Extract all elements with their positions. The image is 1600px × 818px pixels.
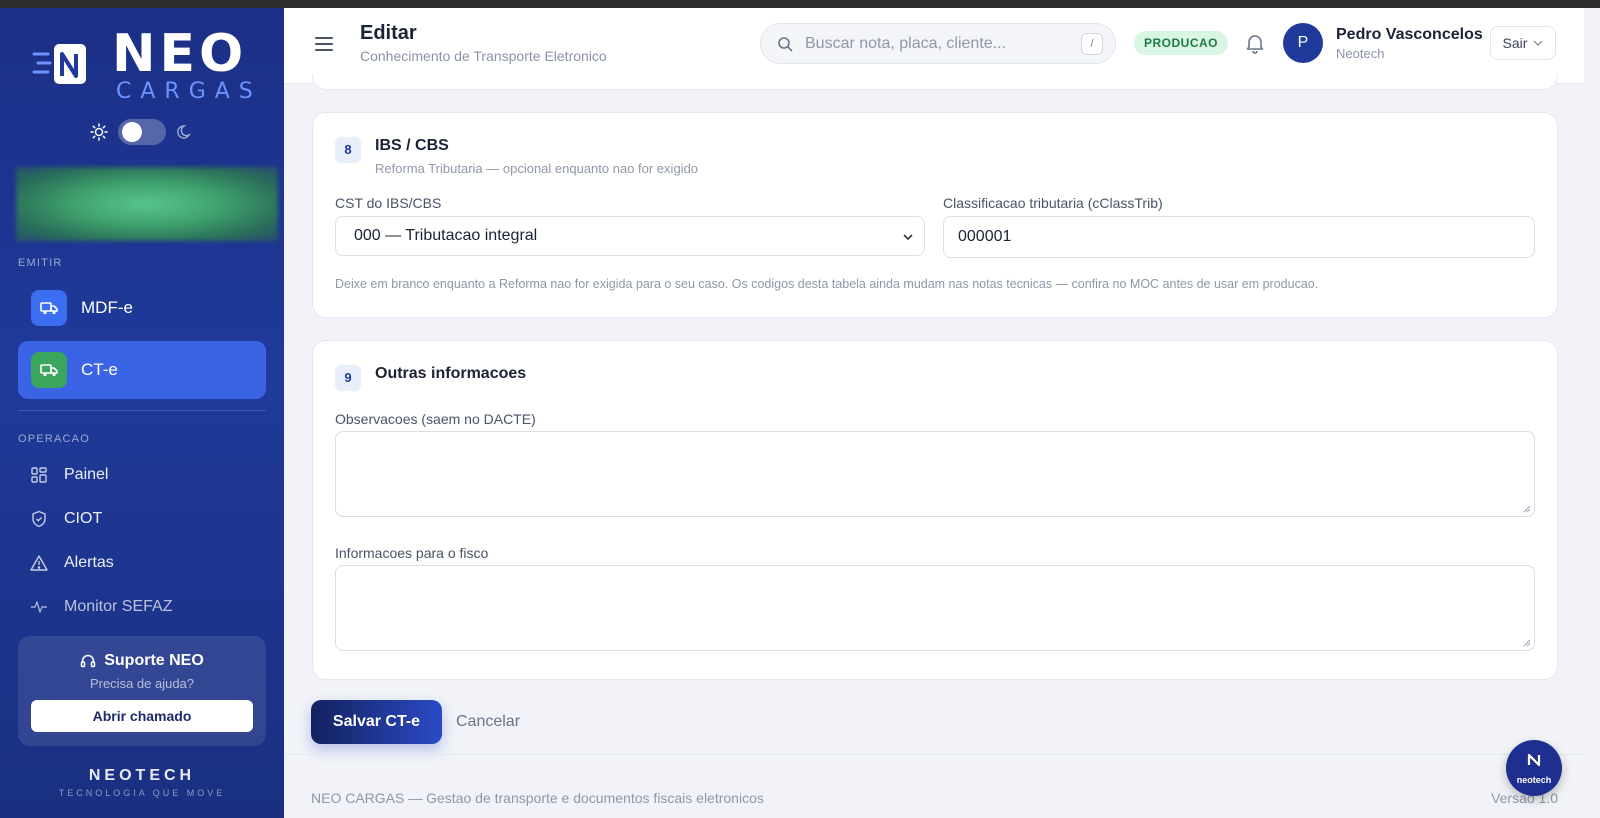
- support-subtitle: Precisa de ajuda?: [89, 676, 195, 691]
- resize-grip-icon[interactable]: [1523, 639, 1531, 647]
- menu-icon[interactable]: [314, 36, 334, 52]
- logo[interactable]: NEO CARGAS: [32, 28, 262, 108]
- save-cte-button[interactable]: Salvar CT-e: [311, 700, 442, 744]
- warning-icon: [30, 555, 48, 571]
- ibs-hint-text: Deixe em branco enquanto a Reforma nao f…: [335, 277, 1319, 291]
- chevron-down-icon: [1533, 40, 1543, 46]
- cancel-button[interactable]: Cancelar: [456, 713, 520, 731]
- support-title-text: Suporte NEO: [104, 652, 204, 669]
- fisco-textarea[interactable]: [335, 565, 1535, 651]
- app-window: NEO CARGAS EMITIR MDF-e CT-e OPERACAO Pa…: [0, 8, 1600, 818]
- nav-item-label: Alertas: [64, 554, 114, 571]
- search-shortcut-key: /: [1081, 33, 1103, 55]
- fab-label: neotech: [1516, 775, 1552, 785]
- nav-item-label: CIOT: [64, 510, 103, 527]
- previous-card-bottom: [312, 74, 1558, 90]
- sun-icon: [90, 123, 108, 141]
- cst-label: CST do IBS/CBS: [335, 195, 442, 211]
- nav-item-label: Painel: [64, 466, 109, 483]
- observacoes-textarea[interactable]: [335, 431, 1535, 517]
- nav-item-alertas[interactable]: Alertas: [30, 554, 114, 572]
- logo-mark-icon: [32, 44, 86, 84]
- outras-informacoes-card: 9 Outras informacoes Observacoes (saem n…: [312, 340, 1558, 680]
- neotech-help-button[interactable]: neotech: [1506, 740, 1562, 796]
- section-subtitle: Reforma Tributaria — opcional enquanto n…: [375, 161, 699, 176]
- headset-icon: [80, 654, 96, 668]
- activity-icon: [31, 601, 47, 613]
- ibs-cbs-card: 8 IBS / CBS Reforma Tributaria — opciona…: [312, 112, 1558, 318]
- toggle-knob: [122, 122, 142, 142]
- step-number: 9: [335, 365, 361, 391]
- neotech-logo-icon: [1527, 753, 1541, 767]
- step-number: 8: [335, 137, 361, 163]
- grid-icon: [31, 467, 47, 483]
- page-title: Editar: [360, 22, 417, 44]
- shield-icon: [32, 510, 46, 528]
- search-box: /: [760, 23, 1116, 64]
- logout-button[interactable]: Sair: [1490, 26, 1556, 60]
- truck-icon: [31, 290, 67, 326]
- section-label-operacao: OPERACAO: [18, 433, 90, 445]
- section-label-emitir: EMITIR: [18, 257, 63, 269]
- main-area: Editar Conhecimento de Transporte Eletro…: [284, 8, 1600, 818]
- avatar[interactable]: P: [1283, 23, 1323, 63]
- truck-icon: [31, 352, 67, 388]
- bell-icon[interactable]: [1244, 32, 1266, 54]
- cst-selected-value: 000 — Tributacao integral: [354, 227, 538, 244]
- support-card: Suporte NEO Precisa de ajuda? Abrir cham…: [18, 636, 266, 746]
- logo-cargas-text: CARGAS: [116, 79, 262, 104]
- brand-name: NEOTECH: [88, 767, 196, 784]
- brand-tagline: TECNOLOGIA QUE MOVE: [58, 788, 226, 798]
- fisco-label: Informacoes para o fisco: [335, 545, 489, 561]
- user-organization: Neotech: [1336, 46, 1385, 61]
- footer-divider: [284, 754, 1584, 755]
- user-name: Pedro Vasconcelos: [1336, 26, 1483, 43]
- page-subtitle: Conhecimento de Transporte Eletronico: [360, 48, 607, 64]
- nav-item-cte[interactable]: CT-e: [18, 341, 266, 399]
- theme-switcher: [90, 119, 200, 145]
- nav-item-label: Monitor SEFAZ: [64, 598, 173, 615]
- theme-toggle[interactable]: [118, 119, 166, 145]
- content-area: 8 IBS / CBS Reforma Tributaria — opciona…: [284, 74, 1584, 818]
- logo-neo-text: NEO: [112, 24, 248, 84]
- sidebar: NEO CARGAS EMITIR MDF-e CT-e OPERACAO Pa…: [0, 8, 284, 818]
- nav-item-monitor-sefaz[interactable]: Monitor SEFAZ: [30, 598, 172, 616]
- nav-item-mdfe[interactable]: MDF-e: [18, 279, 266, 337]
- chevron-down-icon: [903, 234, 913, 241]
- nav-item-painel[interactable]: Painel: [30, 466, 108, 484]
- nav-item-ciot[interactable]: CIOT: [30, 510, 102, 528]
- nav-item-label: CT-e: [81, 360, 118, 379]
- environment-badge: PRODUCAO: [1134, 31, 1229, 55]
- logout-label: Sair: [1502, 35, 1528, 51]
- top-bar: Editar Conhecimento de Transporte Eletro…: [284, 8, 1584, 84]
- sidebar-divider: [18, 410, 266, 411]
- observacoes-label: Observacoes (saem no DACTE): [335, 411, 536, 427]
- section-title: IBS / CBS: [375, 137, 449, 154]
- resize-grip-icon[interactable]: [1523, 505, 1531, 513]
- class-trib-input[interactable]: 000001: [943, 216, 1535, 258]
- moon-icon: [177, 125, 191, 139]
- open-ticket-button[interactable]: Abrir chamado: [31, 700, 253, 732]
- footer-text: NEO CARGAS — Gestao de transporte e docu…: [311, 790, 764, 806]
- support-title: Suporte NEO: [18, 652, 266, 670]
- section-title: Outras informacoes: [375, 365, 527, 382]
- nav-item-label: MDF-e: [81, 298, 133, 317]
- blurred-banner: [16, 167, 278, 241]
- cst-select[interactable]: 000 — Tributacao integral: [335, 216, 925, 256]
- search-input[interactable]: [805, 32, 1065, 56]
- class-trib-label: Classificacao tributaria (cClassTrib): [943, 195, 1163, 211]
- search-icon: [778, 37, 793, 52]
